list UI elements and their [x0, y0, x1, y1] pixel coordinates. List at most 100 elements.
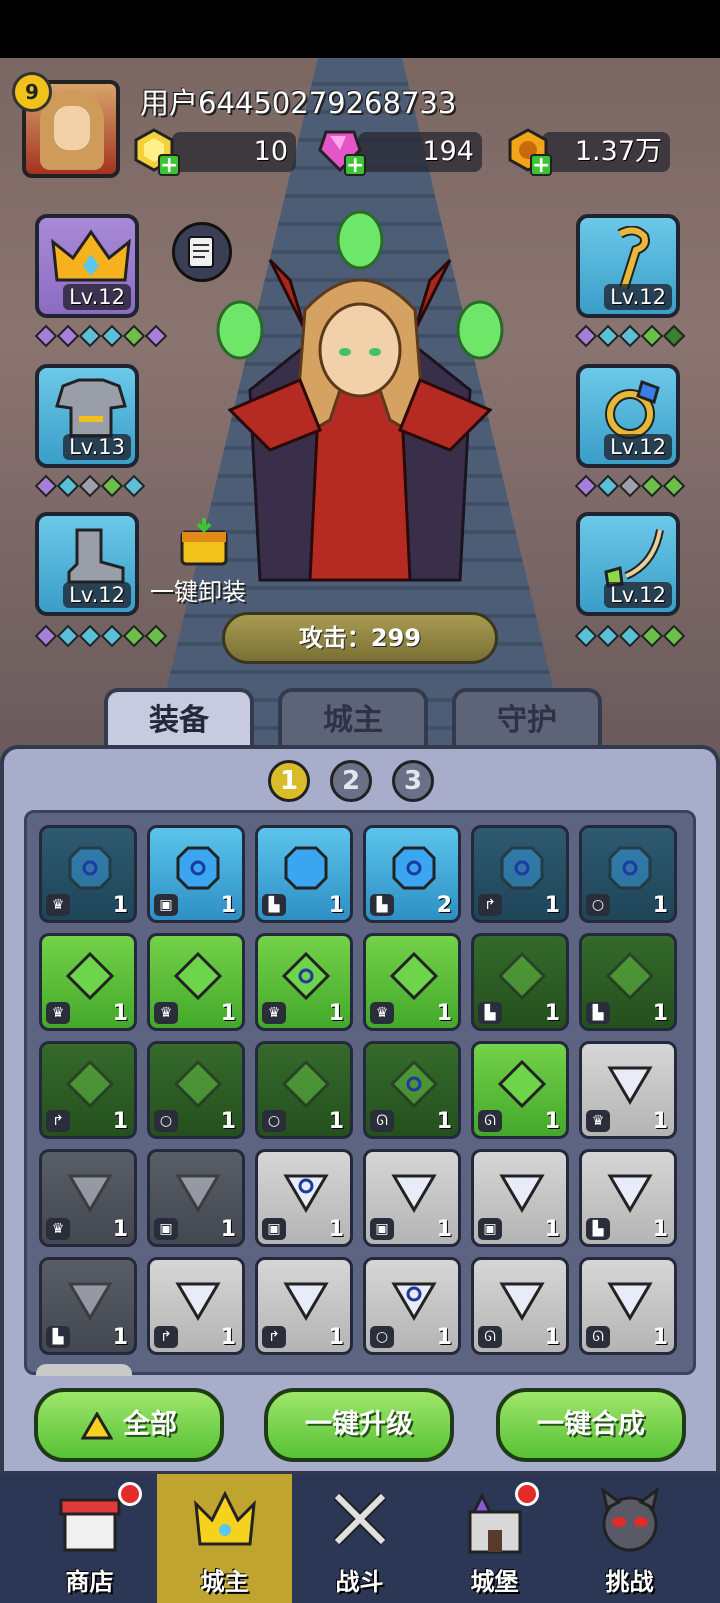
staff-type-icon: ↱ — [46, 1110, 70, 1132]
necklace-icon — [604, 529, 664, 588]
inventory-item[interactable]: ▙ 1 — [39, 1257, 137, 1355]
tab-lord[interactable]: 城主 — [278, 688, 428, 750]
filter-all-label: 全部 — [123, 1409, 177, 1440]
page-2-button[interactable]: 2 — [330, 760, 372, 802]
item-count: 1 — [436, 1217, 452, 1242]
page-selector: 1 2 3 — [268, 760, 434, 802]
nav-challenge[interactable]: 挑战 — [562, 1474, 697, 1603]
inventory-item[interactable]: ♛ 1 — [39, 933, 137, 1031]
inventory-item[interactable]: ○ 1 — [579, 825, 677, 923]
armor-type-icon: ▣ — [154, 1218, 178, 1240]
equip-slot-necklace[interactable]: Lv.12 — [576, 512, 680, 616]
upgrade-all-button[interactable]: 一键升级 — [264, 1388, 454, 1462]
inventory-item[interactable]: ↱ 1 — [255, 1257, 353, 1355]
inventory-item[interactable]: ↱ 1 — [39, 1041, 137, 1139]
inventory-item[interactable]: ▙ 1 — [471, 933, 569, 1031]
star-rating — [574, 474, 686, 498]
triangle-gem-icon — [67, 1282, 113, 1321]
inventory-item[interactable]: ○ 1 — [147, 1041, 245, 1139]
add-pink-gem-button[interactable]: + — [344, 154, 366, 177]
inventory-item[interactable]: ᘏ1 — [579, 1257, 677, 1355]
inventory-item[interactable]: ▙ 1 — [579, 933, 677, 1031]
inventory-item[interactable]: ᘏ1 — [471, 1041, 569, 1139]
gem-icon — [498, 952, 546, 1000]
inventory-item[interactable]: ♛ 1 — [579, 1041, 677, 1139]
triangle-gem-icon — [283, 1282, 329, 1321]
triangle-gem-icon — [391, 1174, 437, 1213]
tab-guard[interactable]: 守护 — [452, 688, 602, 750]
equip-slot-staff[interactable]: Lv.12 — [576, 214, 680, 318]
item-count: 1 — [112, 1001, 128, 1026]
filter-all-button[interactable]: 全部 — [34, 1388, 224, 1462]
crown-type-icon: ♛ — [262, 1002, 286, 1024]
nav-battle[interactable]: 战斗 — [292, 1474, 427, 1603]
inventory-grid-container[interactable]: ♛ 1 ▣ 1 ▙ 1 ▙ 2 ↱ 1 ○ 1 ♛ 1 ♛ 1 ♛ 1 ♛ 1 ▙ 1 ▙ 1 ↱ 1 ○ 1 ○ 1 ᘏ 1 ᘏ 1 ♛ 1 ♛ 1 ▣ 1… — [24, 810, 696, 1375]
inventory-item[interactable]: ↱ 1 — [471, 825, 569, 923]
triangle-gem-icon — [607, 1282, 653, 1321]
page-3-button[interactable]: 3 — [392, 760, 434, 802]
inventory-item[interactable]: ▣ 1 — [471, 1149, 569, 1247]
tab-equipment[interactable]: 装备 — [104, 688, 254, 750]
notification-badge — [515, 1482, 539, 1506]
nav-lord[interactable]: 城主 — [157, 1474, 292, 1603]
staff-type-icon: ↱ — [478, 894, 502, 916]
inventory-item[interactable]: ▣ 1 — [363, 1149, 461, 1247]
inventory-item[interactable]: ᘏ1 — [471, 1257, 569, 1355]
inventory-item[interactable]: ♛ 1 — [255, 933, 353, 1031]
inventory-item[interactable]: ♛ 1 — [363, 933, 461, 1031]
nav-label: 挑战 — [605, 1568, 654, 1596]
add-gold-ingot-button[interactable]: + — [158, 154, 180, 177]
add-coin-button[interactable]: + — [530, 154, 552, 177]
inventory-item[interactable]: ᘏ1 — [363, 1041, 461, 1139]
gem-icon — [608, 846, 652, 890]
item-count: 1 — [112, 1325, 128, 1350]
item-count: 1 — [652, 1325, 668, 1350]
inventory-item[interactable]: ▣ 1 — [255, 1149, 353, 1247]
armor-icon — [55, 378, 127, 438]
equip-slot-boots[interactable]: Lv.12 — [35, 512, 139, 616]
boot-icon — [67, 528, 125, 584]
item-count: 1 — [652, 1001, 668, 1026]
item-count: 1 — [220, 1109, 236, 1134]
triangle-gem-icon — [283, 1174, 329, 1213]
inventory-item[interactable]: ▙ 1 — [579, 1149, 677, 1247]
item-count: 1 — [652, 1217, 668, 1242]
necklace-type-icon: ᘏ — [370, 1110, 394, 1132]
item-count: 2 — [436, 893, 452, 918]
nav-castle[interactable]: 城堡 — [427, 1474, 562, 1603]
nav-shop[interactable]: 商店 — [22, 1474, 157, 1603]
inventory-item[interactable]: ▣ 1 — [147, 1149, 245, 1247]
boots-type-icon: ▙ — [370, 894, 394, 916]
equip-level: Lv.12 — [63, 582, 131, 608]
armor-type-icon: ▣ — [262, 1218, 286, 1240]
equip-slot-ring[interactable]: Lv.12 — [576, 364, 680, 468]
inventory-item[interactable]: ▙ 1 — [255, 825, 353, 923]
player-level-badge: 9 — [12, 72, 52, 112]
ring-type-icon: ○ — [262, 1110, 286, 1132]
item-count: 1 — [112, 893, 128, 918]
crossed-swords-icon — [333, 1492, 387, 1546]
inventory-item[interactable]: ♛ 1 — [39, 1149, 137, 1247]
gem-icon — [174, 1060, 222, 1108]
crown-icon — [194, 1490, 256, 1546]
page-1-button[interactable]: 1 — [268, 760, 310, 802]
gem-icon — [174, 952, 222, 1000]
ring-type-icon: ○ — [586, 894, 610, 916]
inventory-item[interactable]: ♛ 1 — [39, 825, 137, 923]
crown-type-icon: ♛ — [46, 894, 70, 916]
item-count: 1 — [220, 1001, 236, 1026]
merge-all-button[interactable]: 一键合成 — [496, 1388, 686, 1462]
equip-slot-crown[interactable]: Lv.12 — [35, 214, 139, 318]
inventory-item[interactable]: ▙ 2 — [363, 825, 461, 923]
equip-slot-armor[interactable]: Lv.13 — [35, 364, 139, 468]
inventory-item[interactable]: ↱ 1 — [147, 1257, 245, 1355]
inventory-item[interactable]: ○ 1 — [255, 1041, 353, 1139]
boots-type-icon: ▙ — [478, 1002, 502, 1024]
ring-icon — [605, 380, 660, 439]
item-count: 1 — [544, 1001, 560, 1026]
inventory-item[interactable]: ♛ 1 — [147, 933, 245, 1031]
inventory-item[interactable]: ▣ 1 — [147, 825, 245, 923]
inventory-item[interactable]: ○ 1 — [363, 1257, 461, 1355]
crown-type-icon: ♛ — [46, 1218, 70, 1240]
item-count: 1 — [544, 893, 560, 918]
